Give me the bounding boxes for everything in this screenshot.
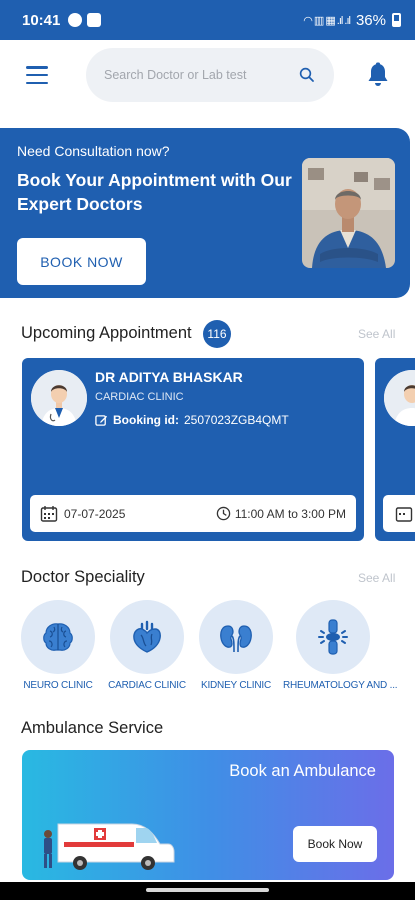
booking-id: 2507023ZGB4QMT <box>184 413 289 427</box>
upcoming-see-all-link[interactable]: See All <box>358 327 395 341</box>
speciality-rheumatology[interactable]: RHEUMATOLOGY AND ... <box>283 600 398 691</box>
edit-icon <box>95 414 108 426</box>
speciality-label: RHEUMATOLOGY AND ... <box>283 680 398 691</box>
notification-check-icon <box>87 13 102 27</box>
ambulance-card[interactable]: Book an Ambulance Book Now <box>22 750 394 880</box>
doctor-photo <box>302 158 395 268</box>
ambulance-illustration <box>44 823 175 870</box>
appointment-card-next[interactable] <box>375 358 415 541</box>
appointment-time: 11:00 AM to 3:00 PM <box>234 506 346 521</box>
speciality-neuro[interactable]: NEURO CLINIC <box>18 600 98 691</box>
appointment-date: 07-07-2025 <box>64 506 126 521</box>
booking-info: Booking id: 2507023ZGB4QMT <box>95 413 289 427</box>
upcoming-appointment-title: Upcoming Appointment <box>21 324 192 342</box>
message-icon <box>68 13 83 27</box>
speciality-label: KIDNEY CLINIC <box>200 680 271 691</box>
doctor-name: DR ADITYA BHASKAR <box>95 369 243 385</box>
search-bar[interactable] <box>86 48 334 102</box>
kidney-icon <box>220 625 252 653</box>
speciality-label: NEURO CLINIC <box>23 680 93 691</box>
clinic-name: CARDIAC CLINIC <box>95 391 184 403</box>
speciality-label: CARDIAC CLINIC <box>108 680 186 691</box>
banner-title: Book Your Appointment with Our Expert Do… <box>17 170 292 214</box>
consultation-banner: Need Consultation now? Book Your Appoint… <box>0 128 410 298</box>
appointment-card[interactable]: DR ADITYA BHASKAR CARDIAC CLINIC Booking… <box>22 358 364 541</box>
booking-id-label: Booking id: <box>113 413 179 427</box>
appointment-schedule: 07-07-2025 11:00 AM to 3:00 PM <box>30 495 356 532</box>
book-now-button[interactable]: BOOK NOW <box>17 238 146 285</box>
battery-icon <box>392 13 401 27</box>
calendar-icon <box>395 507 413 522</box>
doctor-avatar <box>384 370 415 426</box>
menu-icon[interactable] <box>26 66 48 84</box>
doctor-speciality-title: Doctor Speciality <box>21 568 145 586</box>
speciality-kidney[interactable]: KIDNEY CLINIC <box>196 600 276 691</box>
clock-icon <box>216 506 231 521</box>
appointment-count-badge: 116 <box>203 320 231 348</box>
heart-icon <box>133 620 161 653</box>
book-ambulance-button[interactable]: Book Now <box>293 826 377 862</box>
status-time: 10:41 <box>22 11 61 29</box>
brain-icon <box>43 623 73 651</box>
banner-subtitle: Need Consultation now? <box>17 143 170 159</box>
signal-icon: ◠ ▥ ▦ .ıl .ıl <box>303 14 351 27</box>
ambulance-service-title: Ambulance Service <box>21 719 164 737</box>
battery-percent: 36% <box>355 11 386 29</box>
speciality-see-all-link[interactable]: See All <box>358 571 395 585</box>
search-input[interactable] <box>104 68 298 82</box>
ambulance-card-title: Book an Ambulance <box>229 762 376 780</box>
search-icon[interactable] <box>298 66 316 84</box>
doctor-avatar <box>31 370 87 426</box>
calendar-icon <box>40 505 58 522</box>
home-gesture-handle[interactable] <box>146 888 269 892</box>
bell-icon[interactable] <box>366 62 390 88</box>
speciality-cardiac[interactable]: CARDIAC CLINIC <box>107 600 187 691</box>
status-bar: 10:41 ◠ ▥ ▦ .ıl .ıl 36% <box>0 0 415 40</box>
joint-icon <box>318 619 348 655</box>
